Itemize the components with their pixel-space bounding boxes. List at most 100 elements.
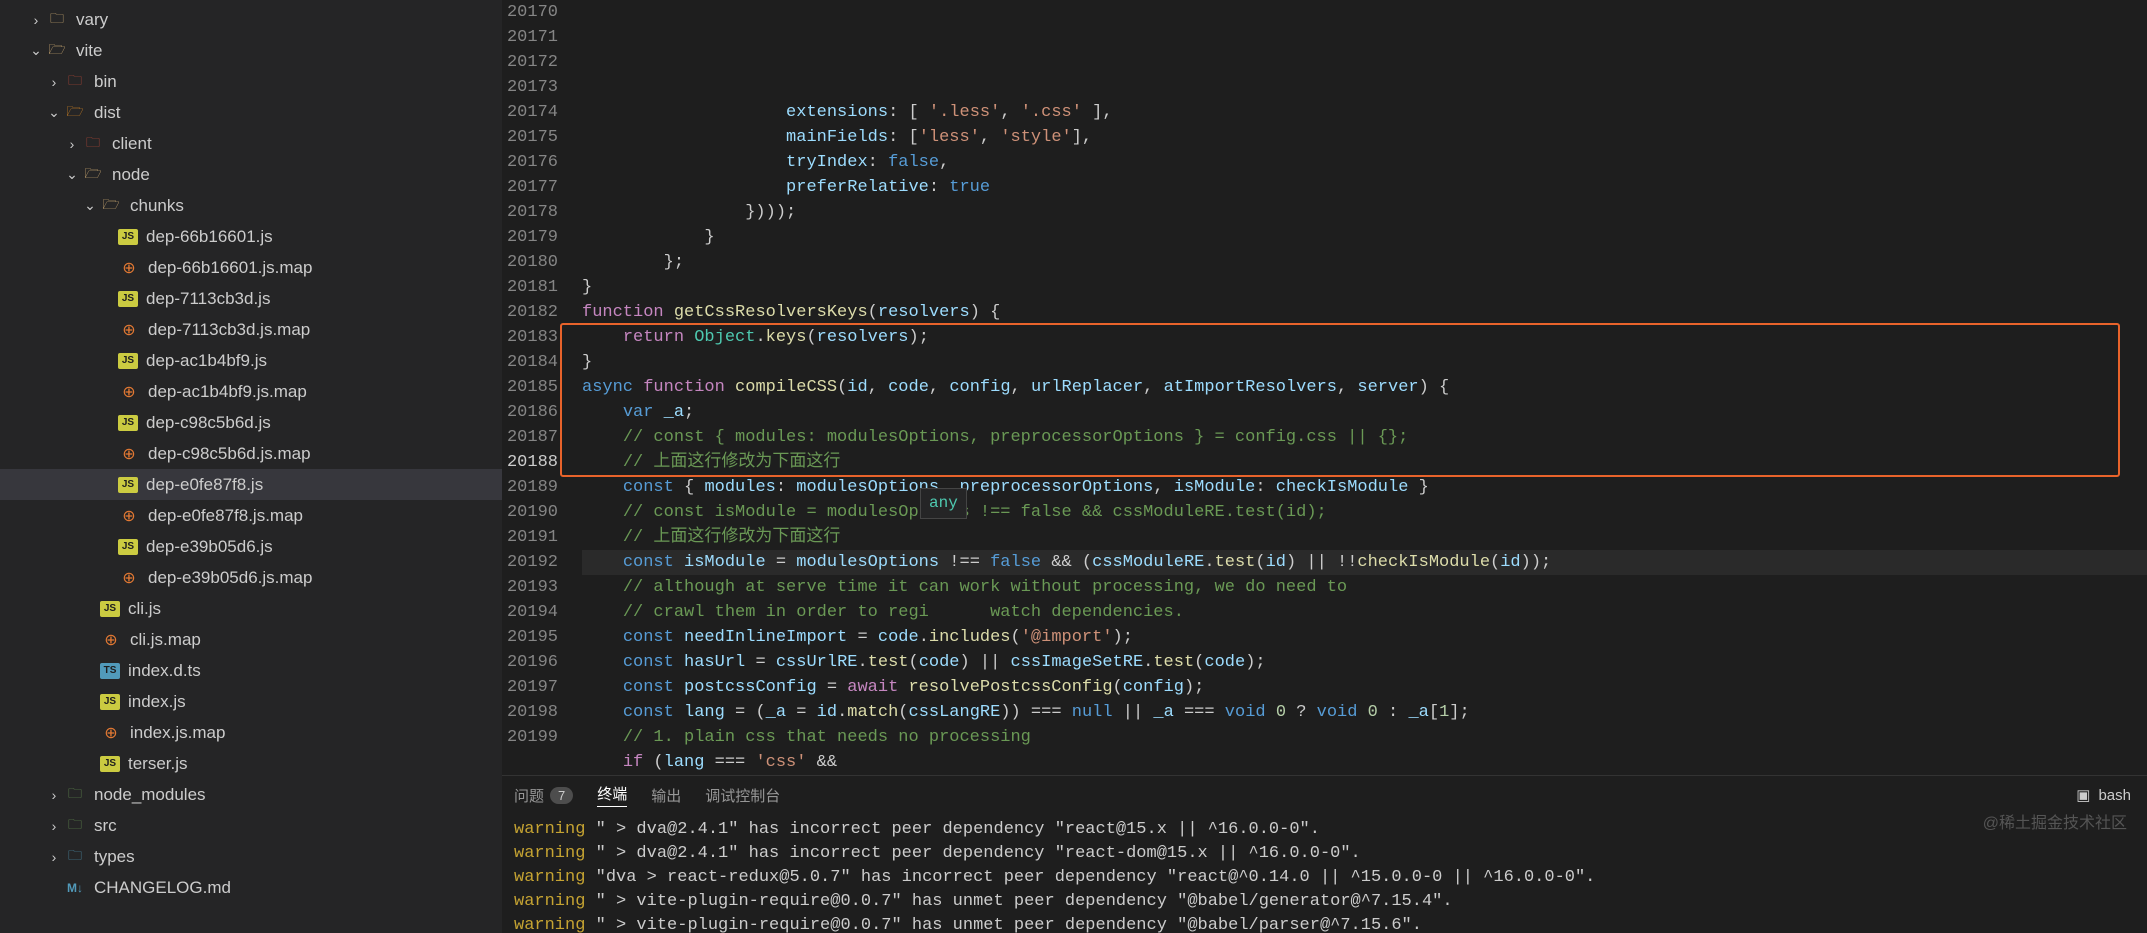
tree-item-label: index.js.map <box>130 723 225 743</box>
tree-item-node[interactable]: ⌄🗁node <box>0 159 502 190</box>
code-area[interactable]: 2017020171201722017320174201752017620177… <box>502 0 2147 775</box>
code-line[interactable]: } <box>582 225 2147 250</box>
map-icon: ⊕ <box>118 505 140 527</box>
code-line[interactable]: mainFields: ['less', 'style'], <box>582 125 2147 150</box>
code-line[interactable]: // const isModule = modulesOptions !== f… <box>582 500 2147 525</box>
tree-item-dep-ac1b4bf9-js[interactable]: JSdep-ac1b4bf9.js <box>0 345 502 376</box>
file-explorer[interactable]: ›🗀vary⌄🗁vite›🗀bin⌄🗁dist›🗀client⌄🗁node⌄🗁c… <box>0 0 502 933</box>
tree-item-terser-js[interactable]: JSterser.js <box>0 748 502 779</box>
js-icon: JS <box>118 477 138 493</box>
chevron-icon[interactable]: ⌄ <box>80 197 100 214</box>
code-line[interactable]: // although at serve time it can work wi… <box>582 575 2147 600</box>
terminal-line: warning " > vite-plugin-require@0.0.7" h… <box>514 890 2135 914</box>
code-line[interactable]: return Object.keys(resolvers); <box>582 325 2147 350</box>
line-number: 20175 <box>502 125 558 150</box>
tree-item-CHANGELOG-md[interactable]: M↓CHANGELOG.md <box>0 872 502 903</box>
map-icon: ⊕ <box>100 629 122 651</box>
tab-problems[interactable]: 问题 7 <box>514 785 573 806</box>
chevron-icon[interactable]: › <box>62 136 82 152</box>
line-number: 20185 <box>502 375 558 400</box>
code-line[interactable]: extensions: [ '.less', '.css' ], <box>582 100 2147 125</box>
line-number: 20198 <box>502 700 558 725</box>
tree-item-dep-66b16601-js[interactable]: JSdep-66b16601.js <box>0 221 502 252</box>
code-lines[interactable]: any extensions: [ '.less', '.css' ], mai… <box>582 0 2147 775</box>
code-line[interactable]: const isModule = modulesOptions !== fals… <box>582 550 2147 575</box>
tree-item-label: CHANGELOG.md <box>94 878 231 898</box>
chevron-icon[interactable]: ⌄ <box>26 42 46 59</box>
folder-icon: 🗀 <box>64 815 86 837</box>
tree-item-dep-7113cb3d-js[interactable]: JSdep-7113cb3d.js <box>0 283 502 314</box>
chevron-icon[interactable]: › <box>44 818 64 834</box>
tree-item-chunks[interactable]: ⌄🗁chunks <box>0 190 502 221</box>
tree-item-dep-c98c5b6d-js[interactable]: JSdep-c98c5b6d.js <box>0 407 502 438</box>
code-line[interactable]: } <box>582 350 2147 375</box>
terminal-content[interactable]: warning " > dva@2.4.1" has incorrect pee… <box>502 814 2147 933</box>
tree-item-dep-ac1b4bf9-js-map[interactable]: ⊕dep-ac1b4bf9.js.map <box>0 376 502 407</box>
code-line[interactable]: const needInlineImport = code.includes('… <box>582 625 2147 650</box>
tree-item-vary[interactable]: ›🗀vary <box>0 4 502 35</box>
code-line[interactable]: const { modules: modulesOptions, preproc… <box>582 475 2147 500</box>
code-line[interactable]: preferRelative: true <box>582 175 2147 200</box>
code-line[interactable]: var _a; <box>582 400 2147 425</box>
tree-item-bin[interactable]: ›🗀bin <box>0 66 502 97</box>
code-line[interactable]: async function compileCSS(id, code, conf… <box>582 375 2147 400</box>
line-number: 20189 <box>502 475 558 500</box>
tree-item-label: dep-7113cb3d.js <box>146 289 270 309</box>
chevron-icon[interactable]: ⌄ <box>44 104 64 121</box>
code-line[interactable]: const lang = (_a = id.match(cssLangRE)) … <box>582 700 2147 725</box>
tree-item-src[interactable]: ›🗀 src <box>0 810 502 841</box>
line-number: 20187 <box>502 425 558 450</box>
map-icon: ⊕ <box>118 381 140 403</box>
tree-item-dep-e39b05d6-js-map[interactable]: ⊕dep-e39b05d6.js.map <box>0 562 502 593</box>
folder-icon: 🗀 <box>82 133 104 155</box>
code-line[interactable]: const postcssConfig = await resolvePostc… <box>582 675 2147 700</box>
tree-item-dep-e0fe87f8-js-map[interactable]: ⊕ dep-e0fe87f8.js.map <box>0 500 502 531</box>
tree-item-label: src <box>94 816 117 836</box>
tree-item-cli-js-map[interactable]: ⊕cli.js.map <box>0 624 502 655</box>
tree-item-label: node_modules <box>94 785 206 805</box>
code-line[interactable]: } <box>582 275 2147 300</box>
code-line[interactable]: // 上面这行修改为下面这行 <box>582 525 2147 550</box>
code-line[interactable]: // crawl them in order to regi watch dep… <box>582 600 2147 625</box>
tab-terminal[interactable]: 终端 <box>597 783 627 807</box>
tab-output[interactable]: 输出 <box>651 785 681 806</box>
code-line[interactable]: function getCssResolversKeys(resolvers) … <box>582 300 2147 325</box>
code-line[interactable]: }; <box>582 250 2147 275</box>
tree-item-label: cli.js <box>128 599 161 619</box>
code-line[interactable]: // const { modules: modulesOptions, prep… <box>582 425 2147 450</box>
bash-icon[interactable]: ▣ <box>2076 786 2090 804</box>
tree-item-index-js-map[interactable]: ⊕index.js.map <box>0 717 502 748</box>
tree-item-label: dep-e0fe87f8.js.map <box>148 506 303 526</box>
tree-item-dep-c98c5b6d-js-map[interactable]: ⊕dep-c98c5b6d.js.map <box>0 438 502 469</box>
tree-item-dep-e0fe87f8-js[interactable]: JSdep-e0fe87f8.js <box>0 469 502 500</box>
tree-item-node_modules[interactable]: ›🗀node_modules <box>0 779 502 810</box>
chevron-icon[interactable]: › <box>44 849 64 865</box>
folder-icon: 🗁 <box>100 195 122 217</box>
shell-name[interactable]: bash <box>2098 787 2131 804</box>
tree-item-client[interactable]: ›🗀 client <box>0 128 502 159</box>
tree-item-vite[interactable]: ⌄🗁vite <box>0 35 502 66</box>
chevron-icon[interactable]: ⌄ <box>62 166 82 183</box>
code-line[interactable]: if (lang === 'css' && <box>582 750 2147 775</box>
code-line[interactable]: }))); <box>582 200 2147 225</box>
chevron-icon[interactable]: › <box>44 787 64 803</box>
tree-item-types[interactable]: ›🗀types <box>0 841 502 872</box>
tree-item-dep-66b16601-js-map[interactable]: ⊕dep-66b16601.js.map <box>0 252 502 283</box>
code-line[interactable]: // 上面这行修改为下面这行 <box>582 450 2147 475</box>
tree-item-label: client <box>112 134 152 154</box>
folder-icon: 🗀 <box>46 9 68 31</box>
tree-item-cli-js[interactable]: JScli.js <box>0 593 502 624</box>
code-line[interactable]: const hasUrl = cssUrlRE.test(code) || cs… <box>582 650 2147 675</box>
tree-item-index-js[interactable]: JSindex.js <box>0 686 502 717</box>
tree-item-dist[interactable]: ⌄🗁dist <box>0 97 502 128</box>
tree-item-index-d-ts[interactable]: TSindex.d.ts <box>0 655 502 686</box>
tree-item-dep-e39b05d6-js[interactable]: JSdep-e39b05d6.js <box>0 531 502 562</box>
tree-item-dep-7113cb3d-js-map[interactable]: ⊕dep-7113cb3d.js.map <box>0 314 502 345</box>
chevron-icon[interactable]: › <box>26 12 46 28</box>
chevron-icon[interactable]: › <box>44 74 64 90</box>
code-line[interactable]: tryIndex: false, <box>582 150 2147 175</box>
tab-debug-console[interactable]: 调试控制台 <box>705 785 780 806</box>
terminal-panel: 问题 7 终端 输出 调试控制台 ▣ bash warning " > dva@… <box>502 775 2147 933</box>
hover-tooltip: any <box>920 488 967 519</box>
code-line[interactable]: // 1. plain css that needs no processing <box>582 725 2147 750</box>
